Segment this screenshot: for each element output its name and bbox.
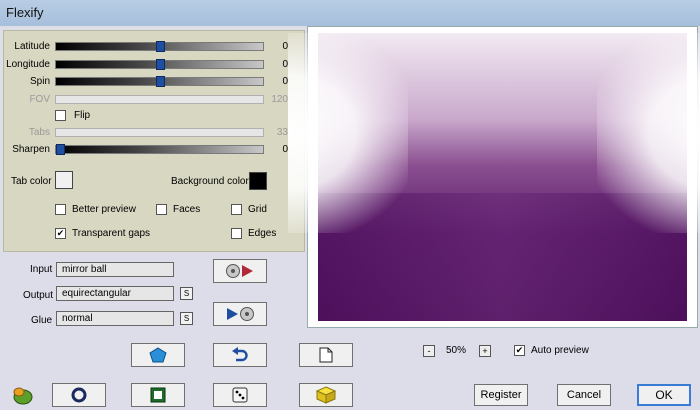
ok-button[interactable]: OK: [637, 384, 691, 406]
sharpen-label: Sharpen: [12, 144, 50, 155]
ring-button[interactable]: [52, 383, 106, 407]
title-bar: Flexify: [0, 0, 700, 26]
input-convert-button[interactable]: [213, 259, 267, 283]
square-frame-icon: [150, 387, 166, 403]
fov-slider: [55, 95, 264, 104]
yellow-cube-icon: [316, 386, 336, 404]
output-label: Output: [23, 290, 54, 301]
preview-right-glow: [597, 33, 700, 233]
glue-s-button[interactable]: S: [180, 312, 193, 325]
better-preview-checkbox[interactable]: [55, 204, 66, 215]
pentagon-gem-icon: [149, 347, 167, 363]
spin-value: 0: [282, 76, 288, 87]
sharpen-slider[interactable]: [55, 144, 264, 155]
undo-arrow-icon: [232, 347, 248, 362]
auto-preview-checkbox[interactable]: ✔: [514, 345, 525, 356]
page-icon: [319, 347, 333, 363]
cube-button[interactable]: [299, 383, 353, 407]
tab-color-swatch[interactable]: [55, 171, 73, 189]
page-button[interactable]: [299, 343, 353, 367]
output-convert-button[interactable]: [213, 302, 267, 326]
window-title: Flexify: [6, 5, 44, 20]
tabs-slider: [55, 128, 264, 137]
latitude-slider-thumb[interactable]: [156, 41, 165, 52]
output-s-button[interactable]: S: [180, 287, 193, 300]
spin-slider[interactable]: [55, 76, 264, 87]
undo-button[interactable]: [213, 343, 267, 367]
cancel-button[interactable]: Cancel: [557, 384, 611, 406]
arrow-to-disc-icon: [227, 307, 254, 321]
edges-label: Edges: [248, 228, 277, 239]
tabs-label: Tabs: [28, 127, 50, 138]
better-preview-label: Better preview: [72, 204, 136, 215]
input-projection-field[interactable]: mirror ball: [56, 262, 174, 277]
disc-to-arrow-icon: [226, 264, 253, 278]
fov-label: FOV: [29, 94, 50, 105]
flexify-logo[interactable]: [10, 384, 34, 406]
output-projection-field[interactable]: equirectangular: [56, 286, 174, 301]
longitude-value: 0: [282, 59, 288, 70]
flip-label: Flip: [74, 110, 91, 121]
background-color-swatch[interactable]: [249, 172, 267, 190]
flip-checkbox[interactable]: [55, 110, 66, 121]
register-button[interactable]: Register: [474, 384, 528, 406]
preview-left-glow: [288, 33, 408, 233]
flexify-window: Flexify Latitude 0 Longitude 0 Spin 0 FO…: [0, 0, 700, 410]
gem-button[interactable]: [131, 343, 185, 367]
auto-preview-label: Auto preview: [531, 345, 589, 356]
spin-slider-thumb[interactable]: [156, 76, 165, 87]
preview-panel[interactable]: [288, 26, 700, 328]
zoom-level: 50%: [446, 345, 467, 356]
sharpen-slider-thumb[interactable]: [56, 144, 65, 155]
spin-label: Spin: [29, 76, 50, 87]
background-color-label: Background color: [171, 176, 249, 187]
latitude-value: 0: [282, 41, 288, 52]
fov-value: 120: [271, 94, 288, 105]
preview-image: [288, 33, 700, 321]
longitude-slider-thumb[interactable]: [156, 59, 165, 70]
faces-label: Faces: [173, 204, 201, 215]
grid-checkbox[interactable]: [231, 204, 242, 215]
tabs-value: 33: [276, 127, 288, 138]
transparent-gaps-checkbox[interactable]: ✔: [55, 228, 66, 239]
latitude-slider[interactable]: [55, 41, 264, 52]
zoom-out-button[interactable]: -: [423, 345, 435, 357]
grid-label: Grid: [248, 204, 267, 215]
input-label: Input: [30, 264, 53, 275]
latitude-label: Latitude: [14, 41, 50, 52]
flexify-logo-icon: [13, 387, 33, 405]
square-button[interactable]: [131, 383, 185, 407]
dice-button[interactable]: [213, 383, 267, 407]
glue-label: Glue: [31, 315, 53, 326]
sharpen-value: 0: [282, 144, 288, 155]
transparent-gaps-label: Transparent gaps: [72, 228, 151, 239]
edges-checkbox[interactable]: [231, 228, 242, 239]
zoom-in-button[interactable]: +: [479, 345, 491, 357]
glue-mode-field[interactable]: normal: [56, 311, 174, 326]
faces-checkbox[interactable]: [156, 204, 167, 215]
tab-color-label: Tab color: [11, 176, 52, 187]
longitude-label: Longitude: [6, 59, 50, 70]
longitude-slider[interactable]: [55, 59, 264, 70]
ring-icon: [71, 387, 87, 403]
dice-icon: [232, 387, 248, 403]
